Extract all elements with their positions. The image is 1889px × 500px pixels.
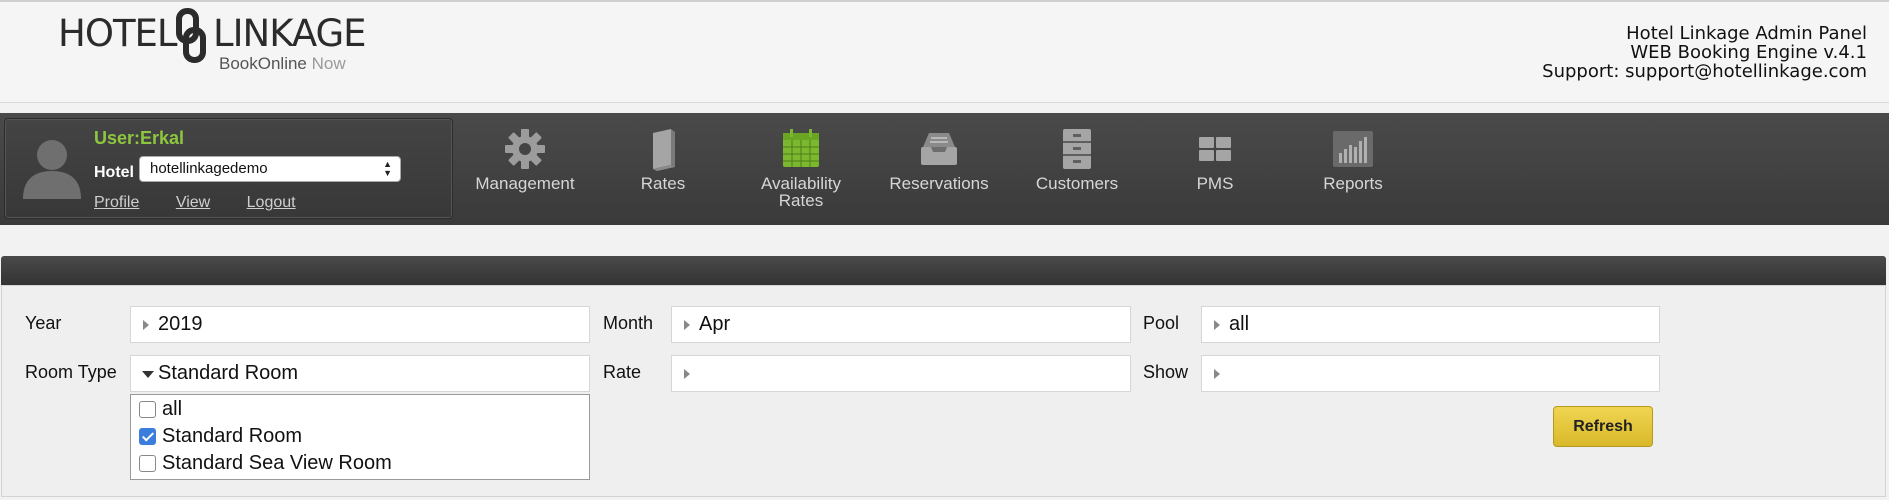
nav-management-label: Management [475,174,575,193]
hotel-label: Hotel [94,164,134,181]
nav-availability-rates[interactable]: Availability Rates [732,127,870,217]
hotel-linkage-logo[interactable]: HOTEL LINKAGE BookOnline Now [58,6,378,86]
room-type-dropdown: all Standard Room Standard Sea View Room [130,394,590,480]
collapse-arrow-icon [142,371,154,378]
gear-icon [505,129,545,169]
refresh-button[interactable]: Refresh [1553,406,1653,447]
admin-panel-title: Hotel Linkage Admin Panel [1626,23,1867,44]
nav-availability-label-line2: Rates [778,191,824,210]
user-avatar-icon [23,140,81,199]
hotel-select[interactable]: hotellinkagedemo ▲ ▼ [139,156,401,182]
option-label: Standard Sea View Room [162,452,392,474]
nav-management[interactable]: Management [456,127,594,217]
year-label: Year [25,313,62,333]
expand-arrow-icon [684,369,690,379]
nav-reports[interactable]: Reports [1284,127,1422,217]
calendar-icon [783,129,819,167]
grid-icon [1199,137,1231,161]
rate-select[interactable] [671,355,1131,392]
chain-link-icon [176,8,206,63]
logo-word-right: LINKAGE [213,12,367,55]
expand-arrow-icon [143,320,149,330]
panel-title-bar [1,256,1886,285]
nav-customers-label: Customers [1035,174,1119,193]
nav-reservations[interactable]: Reservations [870,127,1008,217]
select-arrows-icon: ▲ ▼ [383,159,392,178]
inbox-tray-icon [921,133,957,165]
support-contact: Support: support@hotellinkage.com [1542,61,1867,82]
rate-label: Rate [603,362,642,382]
hotel-select-value: hotellinkagedemo [150,160,268,177]
username: User:Erkal [94,128,185,148]
option-label: Standard Room [162,425,303,447]
engine-version: WEB Booking Engine v.4.1 [1630,42,1867,63]
checkbox[interactable] [139,401,156,418]
logo-tagline-main: BookOnline [219,54,307,73]
nav-rates[interactable]: Rates [594,127,732,217]
filing-cabinet-icon [1063,129,1091,169]
logo-tagline-accent: Now [311,54,346,73]
expand-arrow-icon [684,320,690,330]
page-header: HOTEL LINKAGE BookOnline Now Hotel Linka… [0,0,1889,103]
logo-tagline: BookOnline Now [219,54,346,74]
pool-select[interactable]: all [1201,306,1660,343]
nav-pms[interactable]: PMS [1146,127,1284,217]
month-select[interactable]: Apr [671,306,1131,343]
year-value: 2019 [158,313,203,335]
nav-availability-label: Availability Rates [732,175,870,209]
month-value: Apr [699,313,731,335]
profile-link[interactable]: Profile [94,194,139,211]
header-info: Hotel Linkage Admin Panel WEB Booking En… [1542,24,1867,81]
main-navbar: User:Erkal Hotel hotellinkagedemo ▲ ▼ Pro… [0,113,1889,225]
user-panel: User:Erkal Hotel hotellinkagedemo ▲ ▼ Pro… [4,118,453,219]
year-select[interactable]: 2019 [130,306,590,343]
checkbox[interactable] [139,455,156,472]
logout-link[interactable]: Logout [247,194,296,211]
room-type-value: Standard Room [158,362,299,384]
option-label: all [162,398,183,420]
room-type-label: Room Type [25,362,117,382]
nav-customers[interactable]: Customers [1008,127,1146,217]
nav-rates-label: Rates [640,174,686,193]
user-links: Profile View Logout [94,194,328,212]
expand-arrow-icon [1214,320,1220,330]
nav-pms-label: PMS [1196,174,1234,193]
view-link[interactable]: View [176,194,210,211]
month-label: Month [603,313,654,333]
book-icon [653,129,675,171]
pool-label: Pool [1143,313,1180,333]
bar-chart-icon [1333,131,1373,167]
expand-arrow-icon [1214,369,1220,379]
show-select[interactable] [1201,355,1660,392]
checkbox-checked[interactable] [139,428,156,445]
room-type-select[interactable]: Standard Room [130,355,590,392]
logo-word-left: HOTEL [58,12,178,55]
nav-reservations-label: Reservations [889,174,989,193]
nav-reports-label: Reports [1323,174,1383,193]
show-label: Show [1143,362,1189,382]
pool-value: all [1229,313,1250,335]
